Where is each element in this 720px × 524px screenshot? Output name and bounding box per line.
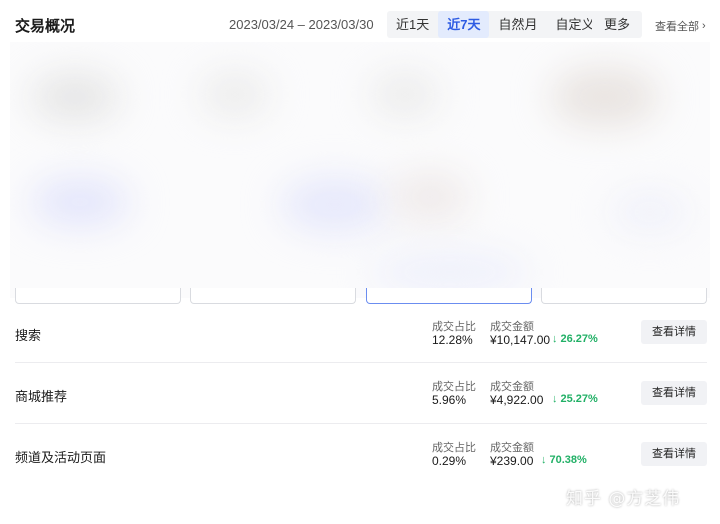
- share-value: 0.29%: [432, 454, 467, 468]
- more-button[interactable]: 更多: [592, 11, 642, 38]
- share-value: 12.28%: [432, 333, 473, 347]
- amount-value: ¥4,922.00: [490, 393, 544, 407]
- period-selector: 近1天 近7天 自然月 自定义: [387, 11, 604, 38]
- blurred-block: [200, 72, 270, 117]
- watermark: 知乎 @方芝伟: [566, 489, 681, 509]
- channel-name: 商城推荐: [15, 389, 68, 404]
- blurred-block: [390, 172, 470, 222]
- blurred-block: [30, 72, 120, 122]
- metric-card[interactable]: [190, 288, 356, 304]
- divider: [15, 362, 707, 363]
- blurred-block: [550, 67, 660, 127]
- share-value: 5.96%: [432, 393, 467, 407]
- date-range: 2023/03/24 – 2023/03/30: [229, 17, 374, 32]
- channel-row: 频道及活动页面 成交占比 0.29% 成交金额 ¥239.00 ↓ 70.38%…: [0, 426, 720, 486]
- metric-card[interactable]: [541, 288, 707, 304]
- channel-row: 商城推荐 成交占比 5.96% 成交金额 ¥4,922.00 ↓ 25.27% …: [0, 365, 720, 425]
- change-value: 26.27%: [560, 333, 598, 345]
- share-label: 成交占比: [432, 321, 476, 333]
- arrow-down-icon: ↓: [541, 454, 547, 466]
- blurred-block: [370, 252, 530, 292]
- metric-card[interactable]: [15, 288, 181, 304]
- arrow-down-icon: ↓: [552, 333, 558, 345]
- arrow-down-icon: ↓: [552, 393, 558, 405]
- amount-value: ¥10,147.00: [490, 333, 551, 347]
- amount-label: 成交金额: [490, 442, 534, 454]
- divider: [15, 423, 707, 424]
- view-all-label: 查看全部: [655, 21, 699, 33]
- blurred-block: [370, 72, 440, 117]
- channel-name: 频道及活动页面: [15, 450, 107, 465]
- view-detail-button[interactable]: 查看详情: [641, 442, 707, 466]
- change-indicator: ↓ 26.27%: [552, 333, 598, 345]
- view-detail-button[interactable]: 查看详情: [641, 320, 707, 344]
- share-label: 成交占比: [432, 442, 476, 454]
- amount-value: ¥239.00: [490, 454, 534, 468]
- blurred-block: [30, 177, 130, 227]
- change-indicator: ↓ 25.27%: [552, 393, 598, 405]
- period-7d[interactable]: 近7天: [438, 11, 490, 38]
- channel-row: 搜索 成交占比 12.28% 成交金额 ¥10,147.00 ↓ 26.27% …: [0, 305, 720, 365]
- change-indicator: ↓ 70.38%: [541, 454, 587, 466]
- amount-label: 成交金额: [490, 381, 534, 393]
- period-1d[interactable]: 近1天: [387, 11, 438, 38]
- amount-label: 成交金额: [490, 321, 534, 333]
- metric-card-active[interactable]: [366, 288, 532, 304]
- change-value: 25.27%: [560, 393, 598, 405]
- view-all-link[interactable]: 查看全部 ›: [655, 18, 706, 34]
- view-detail-button[interactable]: 查看详情: [641, 381, 707, 405]
- blurred-block: [280, 177, 390, 232]
- chevron-right-icon: ›: [702, 20, 706, 32]
- channel-name: 搜索: [15, 328, 42, 343]
- share-label: 成交占比: [432, 381, 476, 393]
- blurred-block: [610, 192, 690, 232]
- change-value: 70.38%: [549, 454, 587, 466]
- period-month[interactable]: 自然月: [489, 11, 546, 38]
- page-title: 交易概况: [15, 18, 76, 35]
- blurred-metrics-area: [10, 42, 710, 298]
